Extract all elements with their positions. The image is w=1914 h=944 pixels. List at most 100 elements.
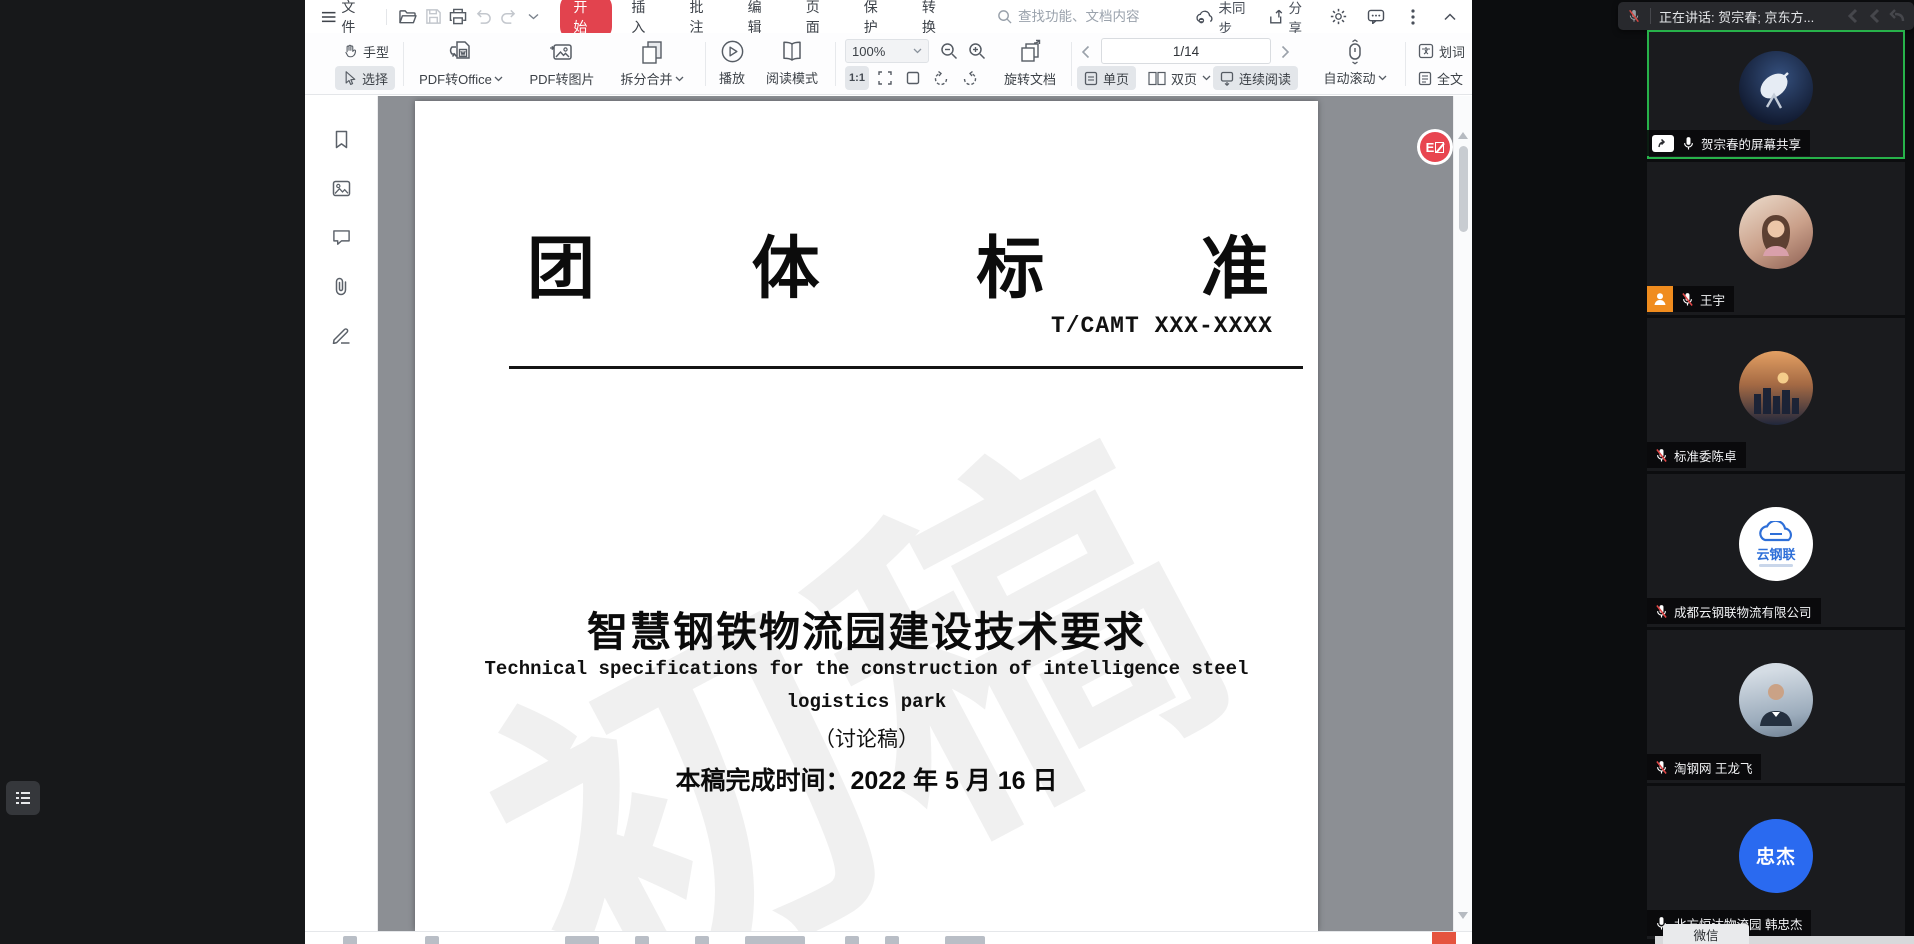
search-input[interactable] bbox=[1018, 9, 1183, 24]
translate-floating-badge[interactable]: E bbox=[1420, 132, 1450, 162]
participant-tile[interactable]: 贺宗春的屏幕共享 bbox=[1647, 30, 1905, 159]
participant-tile[interactable]: 淘钢网 王龙飞 bbox=[1647, 630, 1905, 783]
play-label: 播放 bbox=[719, 68, 745, 87]
speaking-status-text: 正在讲话: 贺宗春; 京东方... bbox=[1659, 7, 1814, 26]
zoom-level-combo[interactable]: 100% bbox=[845, 39, 929, 63]
collapse-ribbon-button[interactable] bbox=[1437, 5, 1462, 29]
desktop-panel-toggle-button[interactable] bbox=[6, 781, 40, 815]
header-rule bbox=[509, 366, 1303, 369]
wps-taskbar-icon[interactable] bbox=[1432, 931, 1456, 944]
read-mode-button[interactable]: 阅读模式 bbox=[757, 38, 827, 87]
participant-tile[interactable]: 忠杰 北方恒达物流园 韩忠杰 bbox=[1647, 786, 1905, 939]
images-panel-button[interactable] bbox=[328, 175, 354, 201]
scroll-down-arrow[interactable] bbox=[1458, 912, 1468, 919]
next-page-button[interactable] bbox=[1281, 45, 1290, 59]
participant-tile[interactable]: 云钢联 成都云钢联物流有限公司 bbox=[1647, 474, 1905, 627]
file-menu[interactable]: 文件 bbox=[321, 0, 368, 37]
sync-status-button[interactable]: 未同步 bbox=[1195, 0, 1257, 37]
attachments-panel-button[interactable] bbox=[328, 273, 354, 299]
translate-badge-glyph bbox=[1435, 142, 1444, 153]
rotate-left-button[interactable] bbox=[929, 66, 953, 90]
statusbar-icon-fragment bbox=[635, 936, 649, 944]
standard-header-char: 标 bbox=[976, 213, 1044, 312]
chevron-down-icon bbox=[913, 48, 922, 54]
participant-name-tag: 王宇 bbox=[1647, 286, 1734, 312]
rotate-document-icon bbox=[1016, 38, 1044, 66]
save-button[interactable] bbox=[421, 5, 446, 29]
continuous-reading-button[interactable]: 连续阅读 bbox=[1213, 66, 1298, 90]
undo-button[interactable] bbox=[471, 5, 496, 29]
double-page-button[interactable]: 双页 bbox=[1141, 66, 1218, 90]
single-page-button[interactable]: 单页 bbox=[1077, 66, 1136, 90]
split-merge-button[interactable]: 拆分合并 bbox=[607, 38, 697, 88]
kebab-icon bbox=[1411, 9, 1415, 25]
participant-tiles-list: 贺宗春的屏幕共享 王宇 标准委陈卓 云钢联 成都云钢联物流有限公司 bbox=[1647, 30, 1905, 939]
wechat-window-chip[interactable]: 微信 bbox=[1663, 924, 1749, 944]
ribbon-separator bbox=[1071, 42, 1072, 86]
translate-full-label: 全文 bbox=[1437, 69, 1463, 88]
back-arrow-icon bbox=[1866, 7, 1884, 25]
paperclip-icon bbox=[333, 277, 349, 296]
zoom-out-button[interactable] bbox=[937, 39, 961, 63]
rotate-document-label: 旋转文档 bbox=[1004, 69, 1056, 88]
mic-muted-icon bbox=[1653, 603, 1670, 620]
participant-tile[interactable]: 标准委陈卓 bbox=[1647, 318, 1905, 471]
signature-panel-button[interactable] bbox=[328, 322, 354, 348]
search-box[interactable] bbox=[997, 9, 1195, 24]
mic-muted-icon bbox=[1679, 291, 1696, 308]
quick-access-dropdown[interactable] bbox=[521, 5, 546, 29]
comments-panel-button[interactable] bbox=[328, 224, 354, 250]
translate-full-button[interactable]: 全文 bbox=[1411, 66, 1470, 90]
fit-page-button[interactable] bbox=[901, 66, 925, 90]
share-button[interactable]: 分享 bbox=[1269, 0, 1314, 37]
participant-name: 王宇 bbox=[1700, 290, 1725, 309]
menubar: 文件 bbox=[305, 0, 1472, 33]
save-icon bbox=[425, 8, 442, 25]
hand-tool-button[interactable]: 手型 bbox=[335, 39, 396, 63]
signature-stamp-icon bbox=[332, 326, 351, 344]
participant-name: 标准委陈卓 bbox=[1674, 446, 1737, 465]
pdf-to-office-icon bbox=[447, 38, 475, 66]
print-icon bbox=[449, 8, 467, 25]
participant-name-tag: 标准委陈卓 bbox=[1647, 442, 1746, 468]
meeting-bar-controls[interactable] bbox=[1844, 7, 1906, 25]
more-button[interactable] bbox=[1400, 5, 1425, 29]
document-view-area[interactable]: 初稿 团体标准 T/CAMT XXX-XXXX 智慧钢铁物流园建设技术要求 Te… bbox=[378, 96, 1453, 931]
play-button[interactable]: 播放 bbox=[711, 38, 753, 87]
rotate-cw-icon bbox=[961, 70, 978, 86]
actual-size-button[interactable]: 1:1 bbox=[845, 66, 869, 90]
zoom-in-button[interactable] bbox=[965, 39, 989, 63]
statusbar-icon-fragment bbox=[565, 936, 599, 944]
auto-scroll-button[interactable]: 自动滚动 bbox=[1313, 38, 1397, 87]
redo-icon bbox=[500, 9, 517, 24]
page-indicator[interactable]: 1/14 bbox=[1101, 38, 1271, 64]
rotate-document-button[interactable]: 旋转文档 bbox=[997, 38, 1063, 88]
translate-word-icon bbox=[1418, 43, 1434, 59]
pdf-to-image-button[interactable]: PDF转图片 bbox=[519, 38, 605, 88]
scrollbar-thumb[interactable] bbox=[1459, 146, 1468, 232]
collapse-icon bbox=[1444, 13, 1456, 21]
rotate-right-button[interactable] bbox=[957, 66, 981, 90]
print-button[interactable] bbox=[446, 5, 471, 29]
select-tool-button[interactable]: 选择 bbox=[335, 66, 395, 90]
translate-word-button[interactable]: 划词 bbox=[1411, 39, 1472, 63]
vertical-scrollbar[interactable] bbox=[1453, 96, 1472, 931]
scroll-up-arrow[interactable] bbox=[1458, 132, 1468, 139]
previous-page-button[interactable] bbox=[1081, 45, 1090, 59]
open-file-button[interactable] bbox=[395, 5, 420, 29]
ribbon-separator bbox=[403, 42, 404, 86]
completion-date-line: 本稿完成时间：2022 年 5 月 16 日 bbox=[415, 761, 1318, 797]
pdf-to-office-button[interactable]: PDF转Office bbox=[409, 38, 513, 88]
translate-badge-letter: E bbox=[1426, 140, 1435, 155]
translate-word-label: 划词 bbox=[1439, 42, 1465, 61]
redo-button[interactable] bbox=[496, 5, 521, 29]
settings-button[interactable] bbox=[1326, 5, 1351, 29]
pdf-app-window: 文件 bbox=[305, 0, 1472, 944]
participant-tile[interactable]: 王宇 bbox=[1647, 162, 1905, 315]
fit-width-button[interactable] bbox=[873, 66, 897, 90]
speaking-status-bar[interactable]: 正在讲话: 贺宗春; 京东方... bbox=[1618, 2, 1914, 30]
chevron-right-icon bbox=[1281, 45, 1290, 59]
ribbon-separator bbox=[835, 42, 836, 86]
feedback-button[interactable] bbox=[1363, 5, 1388, 29]
bookmarks-panel-button[interactable] bbox=[328, 126, 354, 152]
